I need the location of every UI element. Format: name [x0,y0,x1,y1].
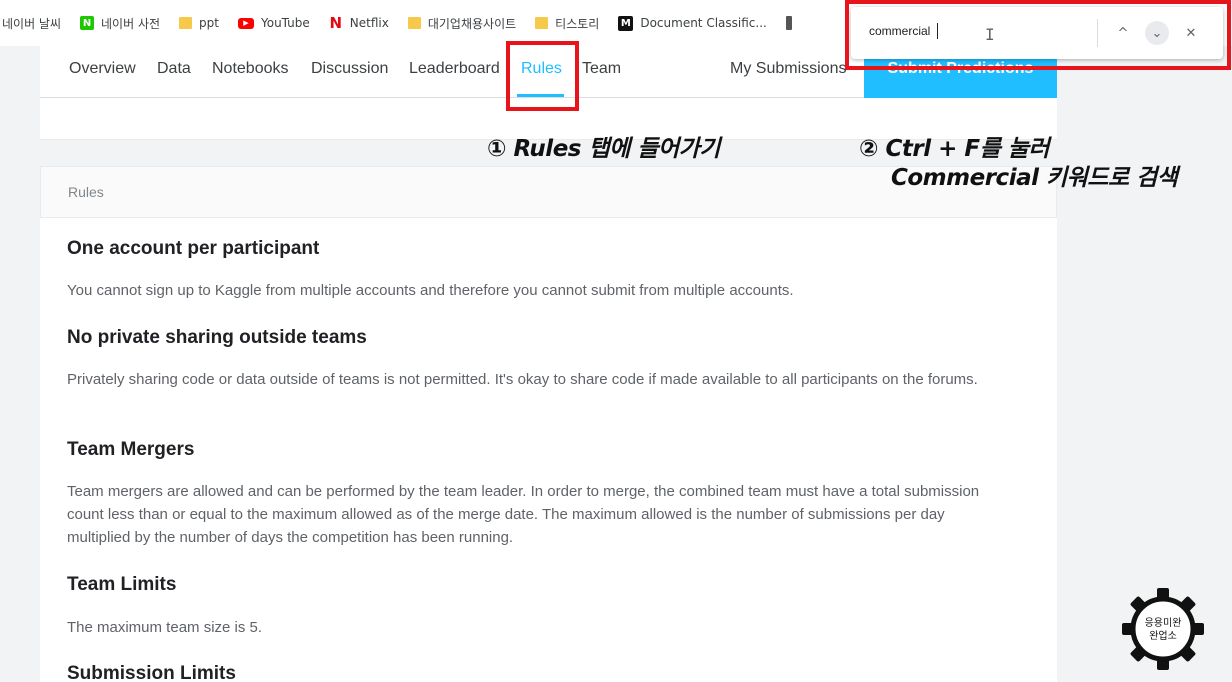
naver-icon: N [80,16,95,30]
bookmark-netflix[interactable]: N Netflix [329,10,389,36]
folder-icon [179,17,193,29]
find-bar-highlight [845,0,1231,70]
bookmark-document-classification[interactable]: M Document Classific... [618,10,767,36]
rule-title: One account per participant [67,238,320,259]
rule-title: No private sharing outside teams [67,327,367,348]
bookmark-naver-dictionary[interactable]: N 네이버 사전 [80,10,160,36]
gear-logo-icon: 응용미완 완업소 [1122,588,1204,670]
tab-leaderboard[interactable]: Leaderboard [409,60,500,78]
rule-title: Submission Limits [67,663,236,682]
netflix-icon: N [329,14,343,32]
tab-my-submissions[interactable]: My Submissions [730,60,846,78]
bookmark-tistory-folder[interactable]: 티스토리 [535,10,599,36]
youtube-icon: ▶ [237,17,254,29]
annotation-step-1: ① Rules 탭에 들어가기 [487,136,720,162]
rule-text: Team mergers are allowed and can be perf… [67,483,980,546]
rule-text: Privately sharing code or data outside o… [67,371,978,388]
bookmark-youtube[interactable]: ▶ YouTube [237,10,310,36]
rule-text: You cannot sign up to Kaggle from multip… [67,282,794,299]
folder-icon [407,17,421,29]
bookmark-ppt[interactable]: ppt [179,10,219,36]
rule-title: Team Mergers [67,439,195,460]
bookmark-recruit-folder[interactable]: 대기업채용사이트 [407,10,516,36]
rule-text: The maximum team size is 5. [67,619,263,636]
bookmark-partial[interactable] [785,10,799,36]
tab-overview[interactable]: Overview [69,60,136,78]
channel-logo: 응용미완 완업소 [1122,588,1204,670]
tab-team[interactable]: Team [582,60,621,78]
screen: 네이버 날씨 N 네이버 사전 ppt ▶ YouTube N Netflix 대기업… [0,0,1232,682]
svg-text:응용미완: 응용미완 [1145,617,1182,629]
rule-title: Team Limits [67,574,177,595]
rules-tab-highlight [506,41,579,111]
medium-icon: M [618,15,634,31]
rules-header-label: Rules [68,184,104,200]
bookmark-naver-weather[interactable]: 네이버 날씨 [2,10,61,36]
tab-notebooks[interactable]: Notebooks [212,60,289,78]
folder-icon [535,17,549,29]
svg-text:완업소: 완업소 [1149,629,1177,642]
annotation-step-2-line-2: Commercial 키워드로 검색 [891,165,1178,191]
tab-data[interactable]: Data [157,60,191,78]
bookmark-icon [785,16,792,30]
tab-discussion[interactable]: Discussion [311,60,388,78]
